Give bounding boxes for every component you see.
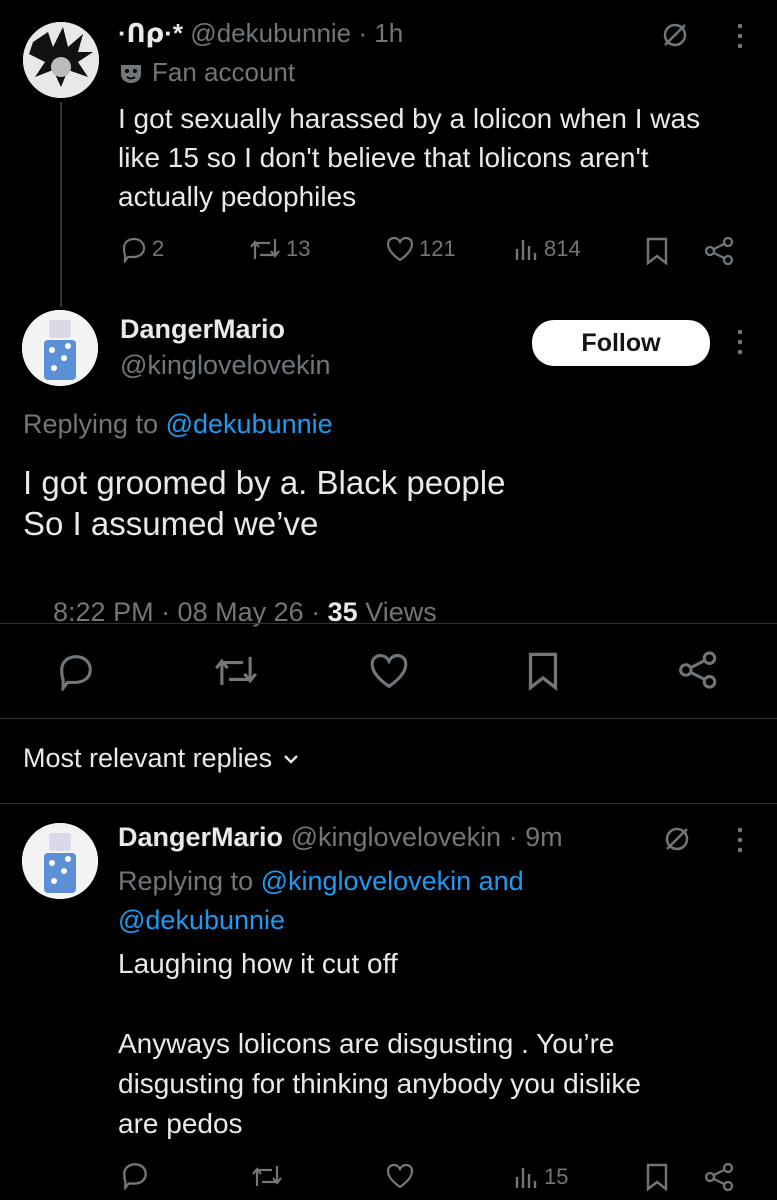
thread-line bbox=[60, 102, 62, 307]
grok-icon[interactable] bbox=[662, 824, 692, 854]
views-button[interactable]: 814 bbox=[512, 235, 581, 263]
chevron-down-icon bbox=[282, 752, 300, 766]
views-button[interactable]: 15 bbox=[512, 1163, 568, 1191]
bookmark-icon[interactable] bbox=[525, 650, 561, 692]
handle[interactable]: @kinglovelovekin bbox=[291, 822, 502, 852]
share-icon[interactable] bbox=[704, 1162, 736, 1192]
handle[interactable]: @kinglovelovekin bbox=[120, 350, 331, 381]
mask-icon bbox=[118, 60, 144, 86]
divider bbox=[0, 718, 777, 719]
grok-icon[interactable] bbox=[660, 20, 690, 50]
divider bbox=[0, 803, 777, 804]
like-icon[interactable] bbox=[385, 1162, 415, 1190]
bookmark-icon[interactable] bbox=[644, 236, 670, 266]
like-button[interactable]: 121 bbox=[385, 235, 456, 263]
reply-icon[interactable] bbox=[120, 1160, 150, 1190]
share-icon[interactable] bbox=[704, 236, 736, 266]
display-name[interactable]: DangerMario bbox=[120, 314, 285, 345]
avatar-dangermario[interactable] bbox=[22, 823, 98, 899]
repost-button[interactable]: 13 bbox=[248, 235, 310, 263]
timestamp[interactable]: · 9m bbox=[509, 822, 563, 852]
timestamp[interactable]: · 1h bbox=[358, 18, 403, 48]
display-name[interactable]: DangerMario bbox=[118, 822, 283, 852]
like-icon[interactable] bbox=[368, 651, 410, 691]
tweet-text: I got groomed by a. Black people So I as… bbox=[23, 464, 506, 542]
views-count: 814 bbox=[544, 236, 581, 261]
repost-icon[interactable] bbox=[250, 1162, 284, 1190]
tweet-text: I got sexually harassed by a lolicon whe… bbox=[118, 103, 701, 212]
sort-replies-dropdown[interactable]: Most relevant replies bbox=[23, 743, 300, 774]
share-icon[interactable] bbox=[678, 650, 720, 690]
avatar-dangermario[interactable] bbox=[22, 310, 98, 386]
mention-link[interactable]: @dekubunnie bbox=[166, 409, 333, 439]
tweet-text: Laughing how it cut off Anyways lolicons… bbox=[118, 948, 641, 1139]
replying-to-label: Replying to bbox=[118, 866, 254, 896]
fan-account-label: Fan account bbox=[152, 57, 296, 87]
bookmark-icon[interactable] bbox=[644, 1162, 670, 1192]
reply-icon[interactable] bbox=[56, 651, 96, 691]
display-name[interactable]: ·Ո⍴·* bbox=[118, 18, 183, 48]
reply-count: 2 bbox=[152, 236, 165, 261]
views-count: 15 bbox=[544, 1164, 569, 1189]
tweet-meta: 8:22 PM · 08 May 26 · 35 Views bbox=[53, 597, 437, 627]
more-options-icon[interactable] bbox=[735, 22, 745, 50]
avatar-dekubunnie[interactable] bbox=[23, 22, 99, 98]
more-options-icon[interactable] bbox=[735, 328, 745, 356]
more-options-icon[interactable] bbox=[735, 826, 745, 854]
reply-button[interactable]: 2 bbox=[120, 235, 164, 263]
repost-count: 13 bbox=[286, 236, 311, 261]
mention-link[interactable]: @dekubunnie bbox=[118, 901, 524, 940]
sort-label: Most relevant replies bbox=[23, 743, 273, 773]
follow-button[interactable]: Follow bbox=[532, 320, 710, 366]
handle[interactable]: @dekubunnie bbox=[190, 18, 351, 48]
like-count: 121 bbox=[419, 236, 456, 261]
mention-link[interactable]: @kinglovelovekin and bbox=[261, 866, 524, 896]
replying-to-label: Replying to bbox=[23, 409, 159, 439]
divider bbox=[0, 623, 777, 624]
repost-icon[interactable] bbox=[212, 651, 260, 691]
